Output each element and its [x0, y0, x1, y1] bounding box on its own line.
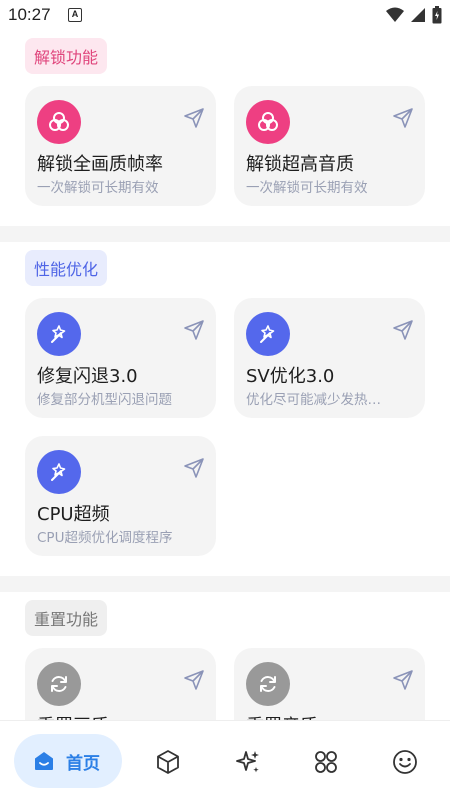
magic-wand-icon	[246, 312, 290, 356]
card-reset-audio[interactable]: 重置音质	[234, 648, 425, 720]
circles-icon	[37, 100, 81, 144]
send-icon[interactable]	[391, 106, 415, 130]
card-title: 解锁超高音质	[246, 154, 354, 175]
notification-badge: A	[68, 8, 82, 22]
circles-icon	[246, 100, 290, 144]
card-sv-optimize[interactable]: SV优化3.0 优化尽可能减少发热…	[234, 298, 425, 418]
card-subtitle: 优化尽可能减少发热…	[246, 392, 381, 408]
magic-wand-icon	[37, 312, 81, 356]
card-subtitle: CPU超频优化调度程序	[37, 530, 173, 546]
cube-icon[interactable]	[154, 748, 182, 776]
refresh-icon	[246, 662, 290, 706]
magic-wand-icon	[37, 450, 81, 494]
send-icon[interactable]	[391, 668, 415, 692]
section-reset: 重置功能 重置画质 重置音质	[0, 592, 450, 720]
card-subtitle: 修复部分机型闪退问题	[37, 392, 172, 408]
section-tag: 性能优化	[25, 250, 108, 286]
status-icons	[386, 6, 442, 24]
card-title: 解锁全画质帧率	[37, 154, 163, 175]
card-title: 重置画质	[37, 712, 109, 720]
card-unlock-fps[interactable]: 解锁全画质帧率 一次解锁可长期有效	[25, 86, 216, 206]
card-subtitle: 一次解锁可长期有效	[246, 180, 368, 196]
section-unlock: 解锁功能 解锁全画质帧率 一次解锁可长期有效 解锁超高音质 一次解锁可长期有效	[0, 30, 450, 226]
card-title: 重置音质	[246, 712, 318, 720]
nav-home[interactable]: 首页	[14, 734, 122, 788]
status-bar: 10:27 A	[0, 0, 450, 30]
smiley-icon[interactable]	[391, 748, 419, 776]
nav-home-label: 首页	[66, 753, 100, 774]
signal-icon	[411, 8, 425, 22]
send-icon[interactable]	[182, 668, 206, 692]
card-subtitle: 一次解锁可长期有效	[37, 180, 159, 196]
refresh-icon	[37, 662, 81, 706]
bottom-nav: 首页	[0, 720, 450, 800]
card-reset-quality[interactable]: 重置画质	[25, 648, 216, 720]
card-unlock-audio[interactable]: 解锁超高音质 一次解锁可长期有效	[234, 86, 425, 206]
send-icon[interactable]	[182, 318, 206, 342]
section-performance: 性能优化 修复闪退3.0 修复部分机型闪退问题 SV优化3.0 优化尽可能减少发…	[0, 242, 450, 576]
apps-grid-icon[interactable]	[312, 748, 340, 776]
battery-icon	[432, 6, 442, 24]
home-icon	[35, 752, 53, 770]
card-fix-crash[interactable]: 修复闪退3.0 修复部分机型闪退问题	[25, 298, 216, 418]
card-title: CPU超频	[37, 504, 110, 525]
send-icon[interactable]	[182, 106, 206, 130]
status-time: 10:27	[8, 5, 51, 24]
section-tag: 解锁功能	[25, 38, 108, 74]
send-icon[interactable]	[182, 456, 206, 480]
content-scroll[interactable]: 解锁功能 解锁全画质帧率 一次解锁可长期有效 解锁超高音质 一次解锁可长期有效	[0, 30, 450, 720]
card-cpu-overclock[interactable]: CPU超频 CPU超频优化调度程序	[25, 436, 216, 556]
card-title: 修复闪退3.0	[37, 366, 138, 387]
send-icon[interactable]	[391, 318, 415, 342]
section-tag: 重置功能	[25, 600, 108, 636]
wifi-icon	[386, 7, 404, 22]
card-title: SV优化3.0	[246, 366, 335, 387]
sparkle-icon[interactable]	[234, 748, 262, 776]
